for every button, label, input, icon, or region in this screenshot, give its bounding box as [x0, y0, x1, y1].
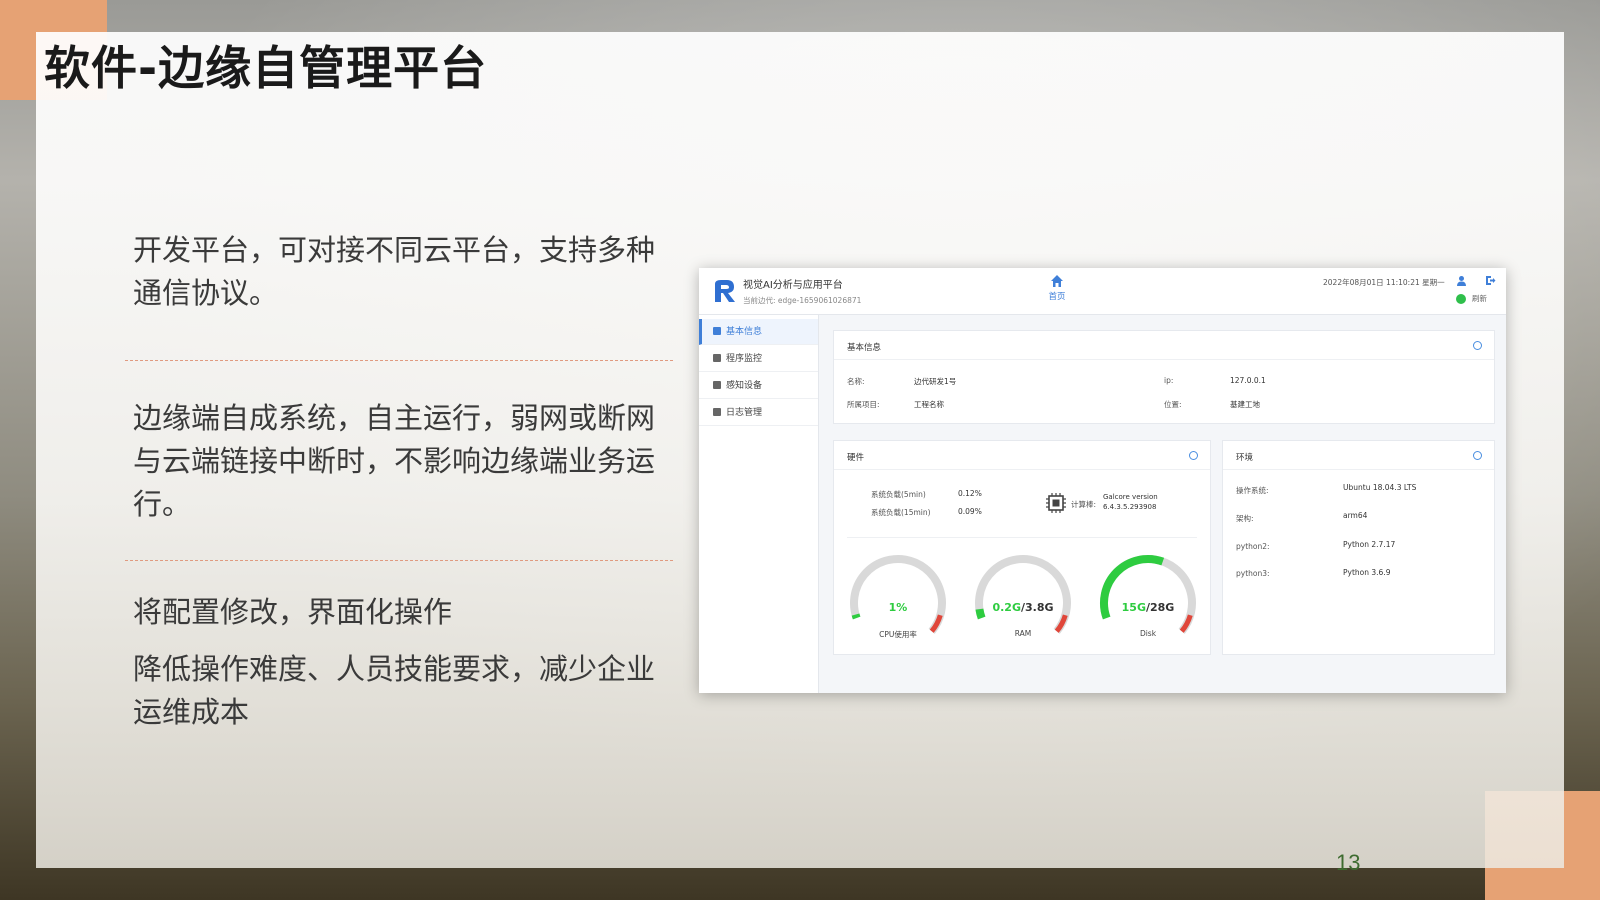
- sidebar-item-label: 日志管理: [726, 408, 763, 418]
- compute-value-line2: 6.4.3.5.293908: [1103, 503, 1157, 511]
- sidebar: 基本信息 程序监控 感知设备 日志管理: [699, 315, 819, 693]
- arch-value: arm64: [1343, 511, 1368, 520]
- sidebar-item-devices[interactable]: 感知设备: [699, 373, 818, 399]
- card-title: 环境: [1236, 453, 1254, 463]
- current-edge: 当前边代: edge-1659061026871: [743, 296, 862, 305]
- gauge-label: CPU使用率: [879, 630, 917, 639]
- monitor-icon: [713, 354, 721, 362]
- gauge-value: 1%: [889, 601, 908, 614]
- gauge-value: 0.2G/3.8G: [992, 601, 1053, 614]
- divider: [834, 469, 1210, 470]
- home-nav[interactable]: 首页: [1037, 274, 1077, 302]
- location-value: 基建工地: [1230, 400, 1260, 409]
- load15-value: 0.09%: [958, 507, 982, 516]
- hardware-card: 硬件 系统负载(5min) 0.12% 系统负载(15min) 0.09% 计算…: [833, 440, 1211, 655]
- log-icon: [713, 408, 721, 416]
- refresh-icon[interactable]: [1473, 341, 1482, 350]
- sidebar-item-label: 感知设备: [726, 381, 763, 391]
- home-label[interactable]: 首页: [1037, 290, 1077, 302]
- load15-key: 系统负载(15min): [871, 508, 931, 517]
- user-icon[interactable]: [1456, 275, 1467, 286]
- chip-icon: [1046, 493, 1066, 513]
- paragraph-platform: 开发平台，可对接不同云平台，支持多种通信协议。: [133, 233, 656, 310]
- paragraph-autonomy: 边缘端自成系统，自主运行，弱网或断网与云端链接中断时，不影响边缘端业务运行。: [133, 401, 656, 521]
- gauge-value: 15G/28G: [1122, 601, 1175, 614]
- divider-2: [125, 560, 673, 561]
- python3-value: Python 3.6.9: [1343, 568, 1391, 577]
- divider: [834, 359, 1494, 360]
- dashboard-screenshot: 视觉AI分析与应用平台 当前边代: edge-1659061026871 首页 …: [699, 268, 1506, 693]
- os-key: 操作系统:: [1236, 486, 1269, 495]
- page-number: 13: [1336, 850, 1361, 875]
- gauge-fill: [975, 608, 986, 620]
- environment-card: 环境 操作系统: Ubuntu 18.04.3 LTS 架构: arm64 py…: [1222, 440, 1495, 655]
- card-title: 硬件: [847, 453, 865, 463]
- compute-key: 计算棒:: [1071, 500, 1097, 509]
- card-title: 基本信息: [847, 343, 882, 353]
- load5-key: 系统负载(5min): [871, 490, 926, 499]
- sidebar-item-program-monitor[interactable]: 程序监控: [699, 346, 818, 372]
- logout-icon[interactable]: [1485, 275, 1496, 286]
- ip-value: 127.0.0.1: [1230, 376, 1266, 385]
- python3-key: python3:: [1236, 569, 1270, 578]
- divider: [847, 537, 1197, 538]
- os-value: Ubuntu 18.04.3 LTS: [1343, 483, 1417, 492]
- gauge-track: [975, 555, 1071, 634]
- info-icon: [713, 327, 721, 335]
- gauge-label: Disk: [1139, 629, 1157, 638]
- app-title: 视觉AI分析与应用平台: [743, 280, 843, 291]
- refresh-icon[interactable]: [1189, 451, 1198, 460]
- status-ok-icon: [1456, 294, 1466, 304]
- divider-1: [125, 360, 673, 361]
- device-icon: [713, 381, 721, 389]
- refresh-icon[interactable]: [1473, 451, 1482, 460]
- project-value: 工程名称: [914, 400, 944, 409]
- divider: [1223, 469, 1494, 470]
- datetime: 2022年08月01日 11:10:21 星期一: [1323, 278, 1445, 287]
- home-icon[interactable]: [1050, 274, 1064, 288]
- refresh-button[interactable]: 刷新: [1472, 293, 1487, 304]
- name-key: 名称:: [847, 377, 865, 386]
- python2-value: Python 2.7.17: [1343, 540, 1396, 549]
- basic-info-card: 基本信息 名称: 边代研发1号 ip: 127.0.0.1 所属项目: 工程名称…: [833, 330, 1495, 424]
- compute-value-line1: Galcore version: [1103, 493, 1158, 501]
- sidebar-item-label: 基本信息: [726, 327, 763, 337]
- gauge-fill: [851, 613, 861, 620]
- name-value: 边代研发1号: [914, 377, 957, 386]
- gauge-track: [850, 555, 946, 634]
- logo-icon[interactable]: [711, 278, 737, 304]
- paragraph-config: 将配置修改，界面化操作: [133, 595, 453, 629]
- ip-key: ip:: [1164, 376, 1174, 385]
- slide-title: 软件-边缘自管理平台: [44, 41, 488, 95]
- app-header: 视觉AI分析与应用平台 当前边代: edge-1659061026871 首页 …: [699, 268, 1506, 315]
- sidebar-item-logs[interactable]: 日志管理: [699, 400, 818, 426]
- location-key: 位置:: [1164, 400, 1182, 409]
- sidebar-item-label: 程序监控: [726, 354, 763, 364]
- python2-key: python2:: [1236, 542, 1270, 551]
- paragraph-cost: 降低操作难度、人员技能要求，减少企业运维成本: [133, 652, 656, 729]
- load5-value: 0.12%: [958, 489, 982, 498]
- project-key: 所属项目:: [847, 400, 880, 409]
- sidebar-item-basic-info[interactable]: 基本信息: [699, 319, 818, 345]
- arch-key: 架构:: [1236, 514, 1254, 523]
- gauge-label: RAM: [1014, 629, 1032, 638]
